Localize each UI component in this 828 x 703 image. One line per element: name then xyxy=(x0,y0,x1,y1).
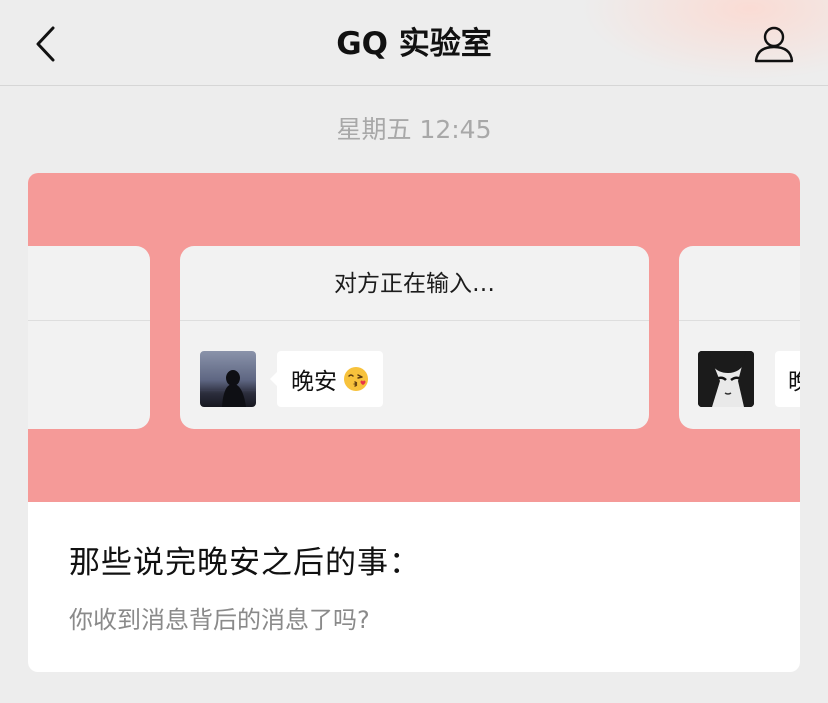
person-icon xyxy=(754,26,794,63)
avatar xyxy=(698,351,754,407)
chevron-left-icon xyxy=(36,26,55,62)
typing-status: 对方正在输入… xyxy=(334,271,495,297)
avatar xyxy=(200,351,256,407)
cover-slide-center: 对方正在输入… 晚安 xyxy=(180,246,649,429)
silhouette-icon xyxy=(200,370,256,407)
profile-button[interactable] xyxy=(750,22,798,66)
message-text: 晚安 xyxy=(291,369,337,395)
chat-timestamp: 星期五 12:45 xyxy=(336,115,492,144)
message-bubble: 晚 xyxy=(775,351,800,407)
article-title: 那些说完晚安之后的事： xyxy=(69,545,421,581)
article-cover-image: 对方正在输入… 晚安 晚 xyxy=(28,173,800,502)
nav-bar: GQ 实验室 xyxy=(0,0,828,86)
message-text: 晚 xyxy=(788,369,800,395)
cover-slide-right: 晚 xyxy=(679,246,800,429)
slide-divider xyxy=(28,246,150,321)
slide-divider xyxy=(679,246,800,321)
slide-header: 对方正在输入… xyxy=(180,246,649,321)
anime-portrait-icon xyxy=(698,351,754,407)
article-card[interactable]: 对方正在输入… 晚安 晚 那些说完晚安之后的事： 你收到消息背后的消息了吗? xyxy=(28,173,800,672)
back-button[interactable] xyxy=(26,22,66,66)
cover-slide-left xyxy=(28,246,150,429)
message-bubble: 晚安 xyxy=(270,351,383,407)
article-description: 你收到消息背后的消息了吗? xyxy=(69,606,370,634)
kissing-face-icon xyxy=(344,367,368,391)
